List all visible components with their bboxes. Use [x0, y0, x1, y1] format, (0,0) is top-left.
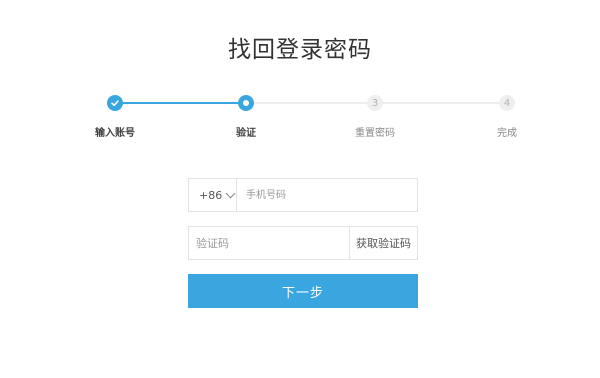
next-step-button[interactable]: 下一步 [188, 274, 418, 308]
get-code-button[interactable]: 获取验证码 [349, 227, 417, 259]
step-2-current-dot [238, 95, 254, 111]
phone-field: +86 [188, 178, 418, 212]
chevron-down-icon [225, 188, 236, 198]
stepper-line-completed [115, 102, 246, 104]
step-label-complete: 完成 [497, 128, 517, 139]
step-label-reset-password: 重置密码 [355, 128, 395, 139]
country-code-value: +86 [199, 188, 223, 202]
verification-code-input[interactable] [189, 227, 349, 259]
check-icon [111, 100, 119, 107]
step-label-verify: 验证 [236, 128, 256, 139]
step-4-number: 4 [499, 95, 515, 111]
country-code-select[interactable]: +86 [189, 179, 237, 211]
verification-code-field: 获取验证码 [188, 226, 418, 260]
step-3-number: 3 [367, 95, 383, 111]
page-title: 找回登录密码 [228, 37, 372, 63]
step-1-check-icon [107, 95, 123, 111]
step-label-enter-account: 输入账号 [95, 128, 135, 139]
phone-number-input[interactable] [238, 179, 417, 211]
